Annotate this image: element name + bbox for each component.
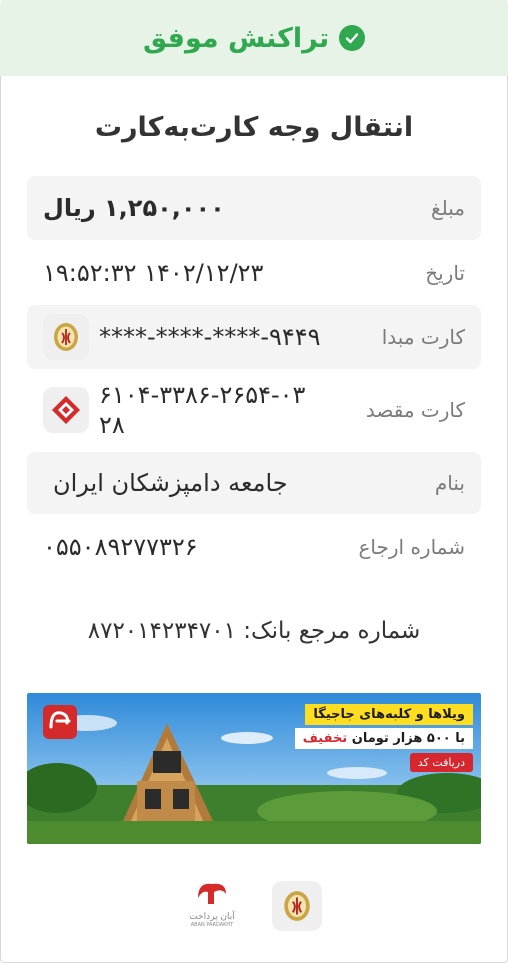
tracking-label: شماره ارجاع (358, 535, 465, 559)
aban-text-fa: آبان پرداخت (189, 912, 235, 922)
source-card-label: کارت مبدا (381, 325, 465, 349)
bank-reference: شماره مرجع بانک: ۸۷۲۰۱۴۲۳۴۷۰۱ (87, 618, 421, 644)
dest-card-label: کارت مقصد (365, 398, 465, 422)
tracking-row: شماره ارجاع ۰۵۵۰۸۹۲۷۷۳۲۶ (27, 516, 481, 578)
date-value: ۱۹:۵۲:۳۲ ۱۴۰۲/۱۲/۲۳ (43, 259, 264, 287)
amount-row: مبلغ ۱,۲۵۰,۰۰۰ ریال (27, 176, 481, 240)
dest-card-row: کارت مقصد ۶۱۰۴-۳۳۸۶-۲۶۵۴-۰۳ ۲۸ (27, 372, 481, 448)
tracking-value: ۰۵۵۰۸۹۲۷۷۳۲۶ (43, 533, 198, 561)
amount-value: ۱,۲۵۰,۰۰۰ ریال (43, 194, 225, 222)
aban-text-en: ABAN PARDAKHT (190, 922, 234, 928)
status-title: تراکنش موفق (142, 22, 330, 54)
name-value: جامعه دامپزشکان ایران (53, 469, 288, 497)
aban-logo-icon (198, 883, 226, 904)
name-label: بنام (434, 471, 465, 495)
aban-pardakht-logo: آبان پرداخت ABAN PARDAKHT (180, 878, 244, 934)
bank-mellat-icon (43, 387, 89, 433)
banner-cta-button[interactable]: دریافت کد (409, 753, 473, 772)
dest-card-value-wrap: ۶۱۰۴-۳۳۸۶-۲۶۵۴-۰۳ ۲۸ (43, 380, 366, 440)
ad-banner[interactable]: ویلاها و کلبه‌های جاجیگا با ۵۰۰ هزار توم… (27, 693, 481, 844)
check-circle-icon (339, 25, 366, 51)
receipt-title: انتقال وجه کارت‌به‌کارت (94, 112, 414, 143)
bank-melli-footer-logo (272, 881, 322, 931)
dest-card-number-line1: ۶۱۰۴-۳۳۸۶-۲۶۵۴-۰۳ (99, 381, 306, 409)
source-card-number: ****-****-****-۹۴۴۹ (99, 323, 321, 351)
name-row: بنام جامعه دامپزشکان ایران (27, 452, 481, 514)
source-card-value-wrap: ****-****-****-۹۴۴۹ (43, 314, 382, 360)
bank-melli-icon (43, 314, 89, 360)
source-card-row: کارت مبدا ****-****-****-۹۴۴۹ (27, 305, 481, 369)
amount-label: مبلغ (430, 196, 465, 220)
status-header: تراکنش موفق (0, 0, 508, 76)
banner-offer: با ۵۰۰ هزار تومان تخفیف (294, 728, 473, 749)
dest-card-number-line2: ۲۸ (99, 411, 125, 439)
date-label: تاریخ (425, 261, 465, 285)
bank-melli-icon (284, 891, 310, 921)
date-row: تاریخ ۱۹:۵۲:۳۲ ۱۴۰۲/۱۲/۲۳ (27, 242, 481, 304)
banner-headline: ویلاها و کلبه‌های جاجیگا (305, 704, 473, 725)
